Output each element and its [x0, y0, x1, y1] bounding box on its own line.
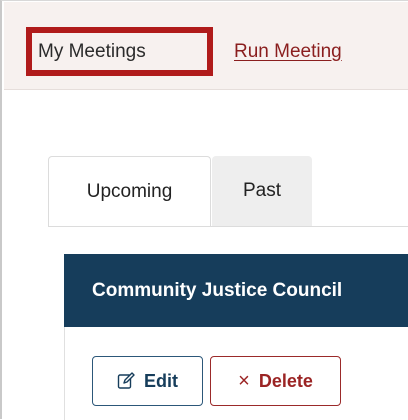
- delete-button[interactable]: × Delete: [210, 356, 341, 406]
- tab-upcoming[interactable]: Upcoming: [48, 156, 211, 226]
- nav-my-meetings[interactable]: My Meetings: [26, 27, 213, 76]
- tab-past[interactable]: Past: [212, 156, 312, 226]
- edit-label: Edit: [144, 370, 178, 391]
- delete-label: Delete: [258, 370, 313, 391]
- tab-divider: [48, 226, 408, 227]
- meeting-card-title: Community Justice Council: [92, 279, 343, 301]
- page-frame: My Meetings Run Meeting Upcoming Past Co…: [0, 0, 408, 420]
- meeting-card-header: Community Justice Council: [64, 254, 408, 327]
- edit-button[interactable]: Edit: [92, 356, 203, 406]
- pencil-edit-icon: [117, 372, 135, 390]
- close-x-icon: ×: [238, 369, 250, 392]
- nav-run-meeting[interactable]: Run Meeting: [234, 27, 342, 76]
